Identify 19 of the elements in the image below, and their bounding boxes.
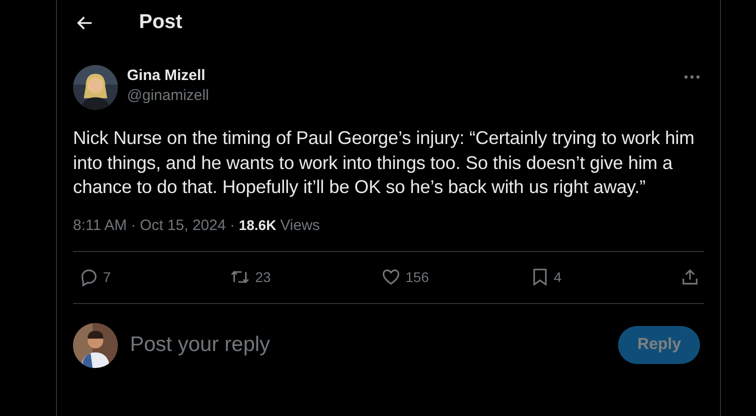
post-time[interactable]: 8:11 AM — [73, 216, 127, 234]
action-count: 156 — [406, 269, 429, 285]
page-title: Post — [139, 11, 182, 34]
reply-field[interactable]: Post your reply — [128, 332, 618, 358]
post-text: Nick Nurse on the timing of Paul George’s injury: “Certainly trying to work him into things, and he wants to work into things too. So this doesn’t give him a chance to do that. Hopefully it’ll be OK so he’s back with us right away.” — [73, 126, 696, 199]
author-handle[interactable]: @ginamizell — [127, 87, 209, 104]
post-date[interactable]: Oct 15, 2024 — [140, 216, 226, 234]
heart-icon[interactable] — [380, 267, 402, 287]
views-count: 18.6K — [238, 216, 276, 232]
separator-dot: · — [130, 216, 136, 234]
share-icon[interactable] — [680, 267, 700, 287]
action-count: 4 — [554, 269, 562, 285]
views-label: Views — [280, 216, 320, 234]
more-icon[interactable] — [683, 74, 701, 80]
separator-dot: · — [230, 216, 235, 234]
action-count: 23 — [255, 269, 271, 285]
action-count: 7 — [103, 269, 111, 285]
author-name[interactable]: Gina Mizell — [127, 67, 209, 84]
reply-icon[interactable] — [79, 267, 99, 287]
